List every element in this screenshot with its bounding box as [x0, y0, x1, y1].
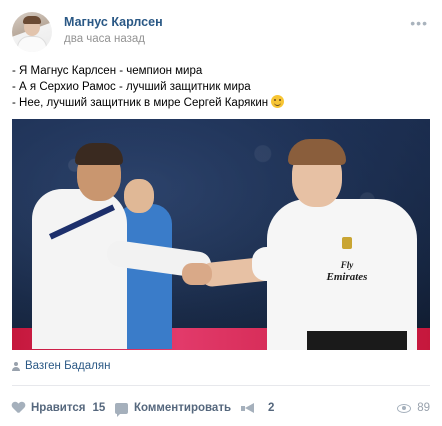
actions-divider — [12, 385, 430, 386]
comment-icon — [115, 402, 128, 417]
post-time[interactable]: два часа назад — [64, 33, 145, 45]
laughing-emoji-icon — [271, 95, 285, 108]
share-icon — [241, 402, 255, 414]
like-button[interactable]: Нравится 15 — [12, 398, 105, 418]
eye-icon — [397, 403, 412, 413]
author-name[interactable]: Магнус Карлсен — [64, 15, 163, 29]
more-horizontal-icon[interactable]: ••• — [410, 15, 428, 31]
post-text-line-content: - Нее, лучший защитник в мире Сергей Кар… — [12, 97, 269, 109]
post-text-line: - А я Серхио Рамос - лучший защитник мир… — [12, 80, 251, 93]
club-crest-icon — [342, 237, 352, 249]
signer-name[interactable]: Вазген Бадалян — [25, 360, 110, 372]
post-photo[interactable]: Fly Emirates — [12, 119, 430, 350]
photo-player-right-sleeve — [252, 247, 302, 281]
photo-player-left — [32, 189, 127, 349]
photo-player-right-hair — [288, 139, 346, 165]
user-icon — [12, 361, 20, 371]
photo-referee-head — [124, 179, 154, 213]
avatar-shirt — [17, 36, 47, 52]
photo-player-left-hair — [75, 143, 123, 165]
post-text-line: - Нее, лучший защитник в мире Сергей Кар… — [12, 95, 432, 112]
avatar-hair — [23, 16, 41, 24]
post-actions: Нравится 15 Комментировать 2 89 — [12, 398, 430, 418]
post-text: - Я Магнус Карлсен - чемпион мира - А я … — [12, 64, 432, 112]
author-avatar[interactable] — [12, 12, 52, 52]
views-counter: 89 — [397, 398, 430, 418]
shirt-sponsor-bottom: Emirates — [326, 271, 368, 283]
shirt-sponsor: Fly Emirates — [312, 259, 382, 283]
like-count: 15 — [92, 402, 106, 414]
comment-label: Комментировать — [134, 402, 232, 414]
heart-icon — [12, 402, 25, 414]
share-count: 2 — [268, 402, 275, 414]
share-button[interactable]: 2 — [241, 398, 274, 418]
photo-handshake — [182, 263, 212, 285]
comment-button[interactable]: Комментировать — [115, 398, 231, 418]
shirt-sponsor-top: Fly — [340, 260, 354, 270]
views-count: 89 — [417, 402, 430, 414]
wall-post: Магнус Карлсен два часа назад ••• - Я Ма… — [0, 0, 442, 426]
post-text-line: - Я Магнус Карлсен - чемпион мира — [12, 65, 203, 77]
post-signer[interactable]: Вазген Бадалян — [12, 358, 110, 374]
photo-player-right-shorts — [307, 331, 407, 350]
like-label: Нравится — [31, 402, 86, 414]
